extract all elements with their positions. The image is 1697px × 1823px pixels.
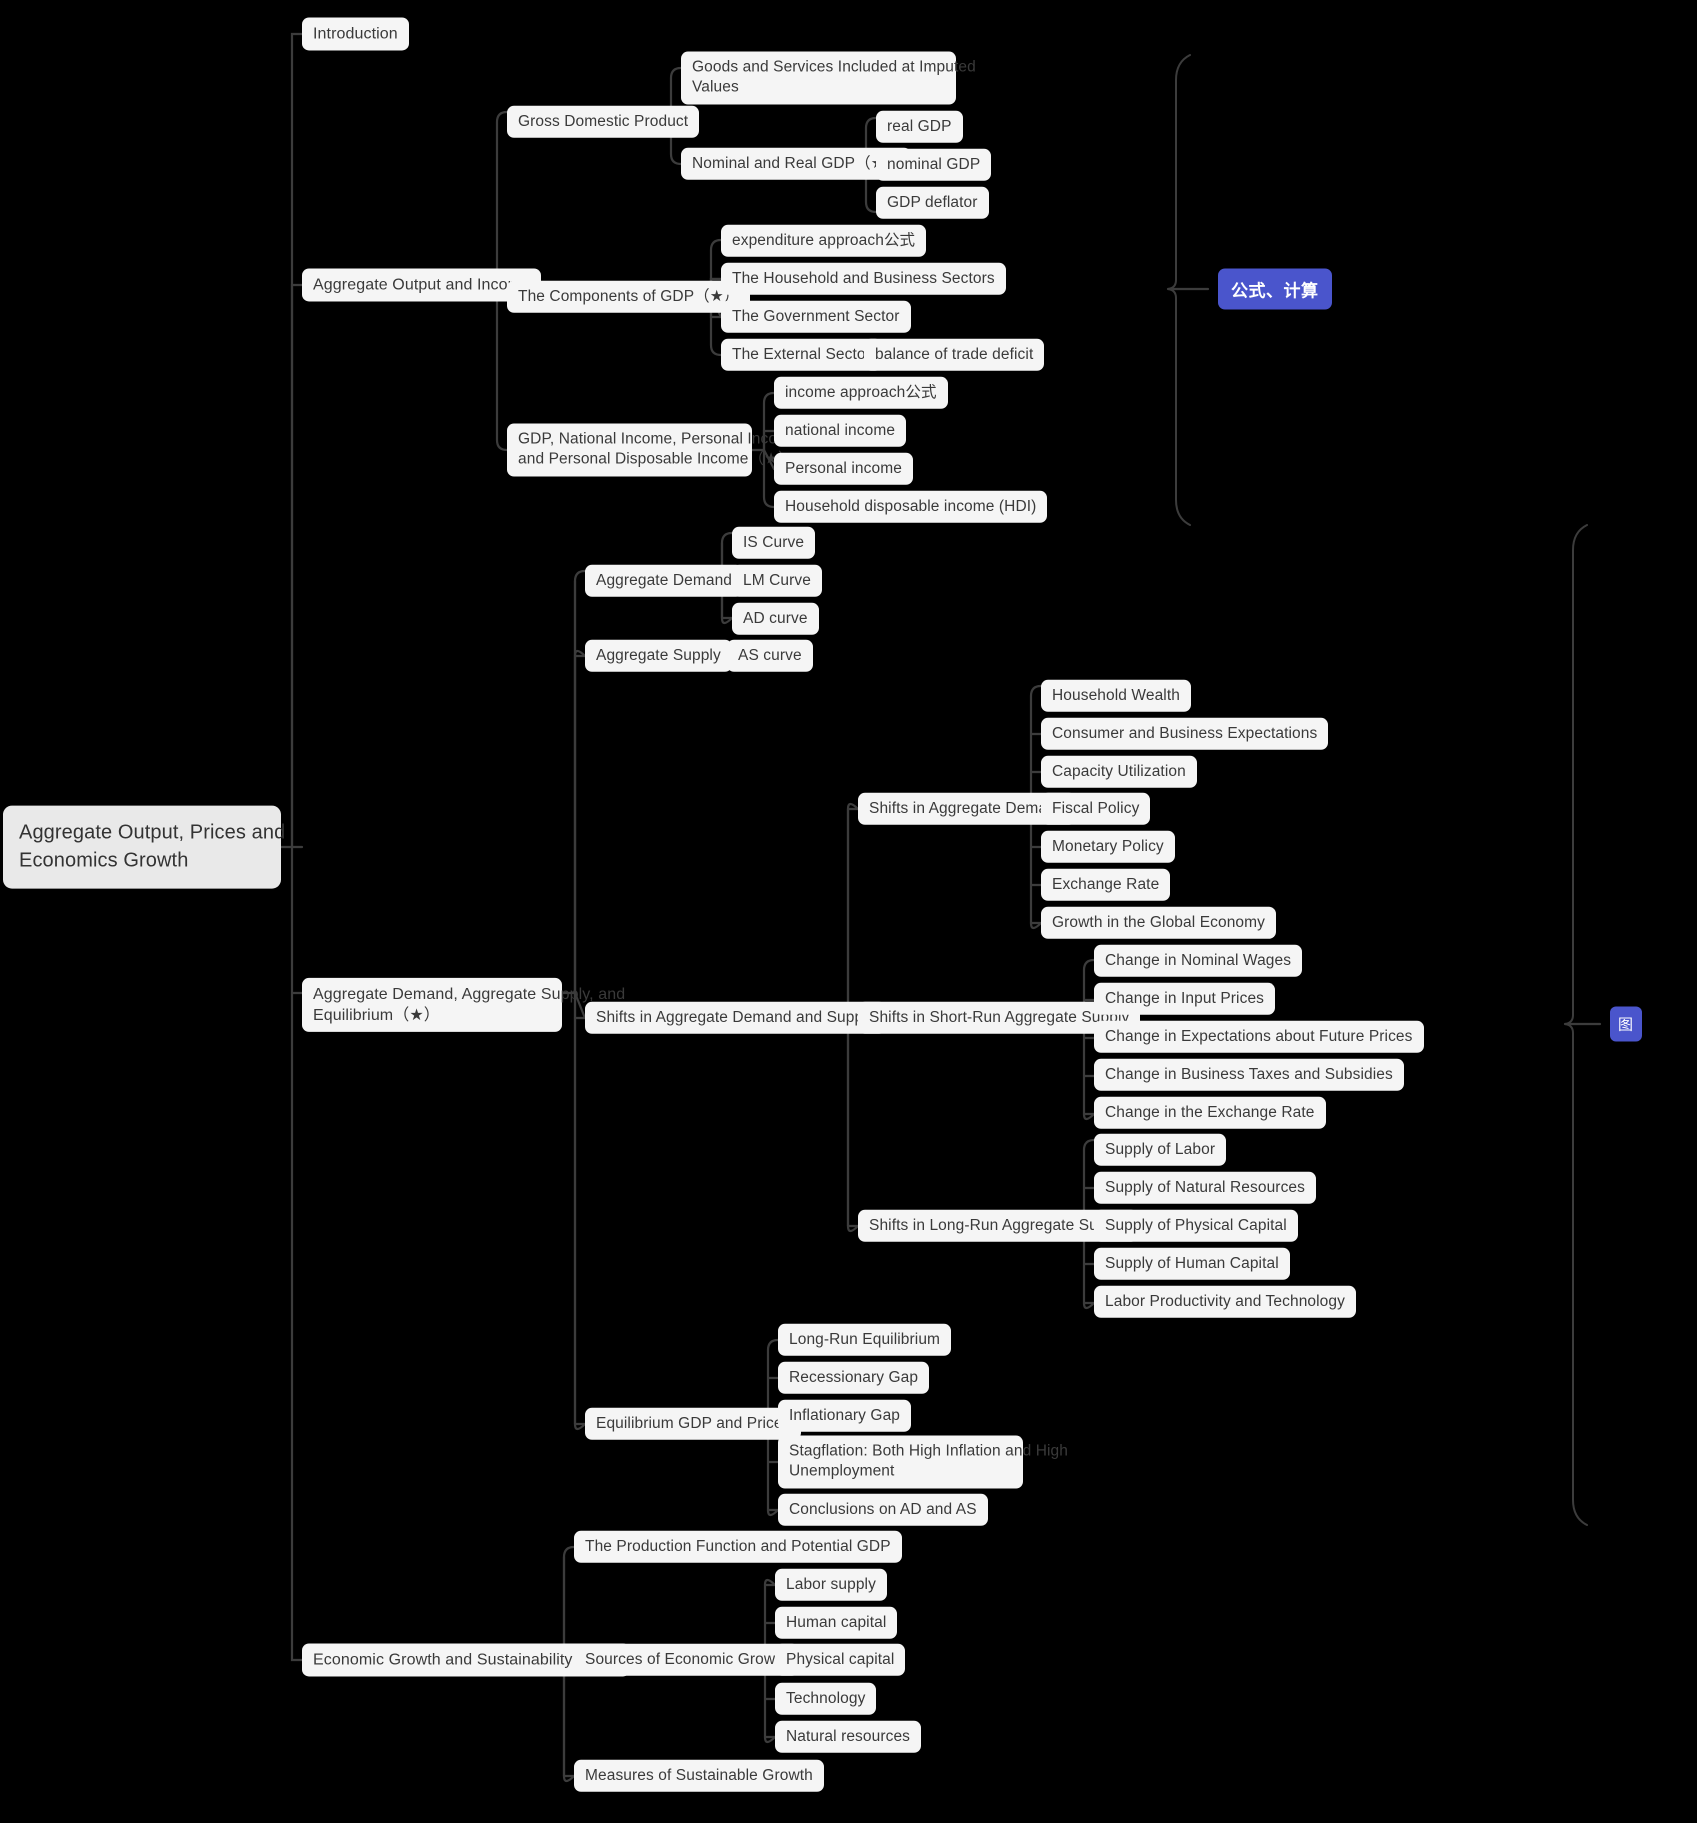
node-household-wealth[interactable]: Household Wealth — [1041, 679, 1191, 713]
node-fiscal-policy[interactable]: Fiscal Policy — [1041, 792, 1151, 826]
node-recessionary-gap[interactable]: Recessionary Gap — [778, 1361, 930, 1395]
node-is-curve[interactable]: IS Curve — [732, 526, 816, 560]
node-nominal-gdp[interactable]: nominal GDP — [876, 148, 992, 182]
node-government-sector[interactable]: The Government Sector — [721, 300, 911, 334]
node-growth-in-the-global-economy[interactable]: Growth in the Global Economy — [1041, 906, 1277, 940]
node-conclusions-on-ad-and-as[interactable]: Conclusions on AD and AS — [778, 1493, 988, 1527]
node-change-in-the-exchange-rate[interactable]: Change in the Exchange Rate — [1094, 1096, 1326, 1130]
node-natural-resources[interactable]: Natural resources — [775, 1720, 922, 1754]
node-lm-curve[interactable]: LM Curve — [732, 564, 822, 598]
node-change-in-input-prices[interactable]: Change in Input Prices — [1094, 982, 1276, 1016]
node-aggregate-output-and-income[interactable]: Aggregate Output and Income — [302, 268, 542, 302]
node-components-of-gdp[interactable]: The Components of GDP（★） — [507, 280, 751, 314]
node-monetary-policy[interactable]: Monetary Policy — [1041, 830, 1175, 864]
node-labor-supply[interactable]: Labor supply — [775, 1568, 887, 1602]
node-stagflation[interactable]: Stagflation: Both High Inflation and Hig… — [778, 1435, 1068, 1489]
node-balance-of-trade-deficit[interactable]: balance of trade deficit — [864, 338, 1045, 372]
node-exchange-rate[interactable]: Exchange Rate — [1041, 868, 1171, 902]
node-change-in-business-taxes-and-subsidies[interactable]: Change in Business Taxes and Subsidies — [1094, 1058, 1404, 1092]
node-goods-services-imputed-values[interactable]: Goods and Services Included at Imputed V… — [681, 51, 976, 105]
node-gross-domestic-product[interactable]: Gross Domestic Product — [507, 105, 700, 139]
root-node[interactable]: Aggregate Output, Prices and Economics G… — [3, 805, 285, 889]
node-production-function-and-potential-gdp[interactable]: The Production Function and Potential GD… — [574, 1530, 902, 1564]
node-income-approach[interactable]: income approach公式 — [774, 376, 948, 410]
node-inflationary-gap[interactable]: Inflationary Gap — [778, 1399, 912, 1433]
node-ad-as-equilibrium[interactable]: Aggregate Demand, Aggregate Supply, and … — [302, 977, 625, 1033]
node-household-disposable-income[interactable]: Household disposable income (HDI) — [774, 490, 1048, 524]
node-labor-productivity-and-technology[interactable]: Labor Productivity and Technology — [1094, 1285, 1356, 1319]
node-supply-of-labor[interactable]: Supply of Labor — [1094, 1133, 1227, 1167]
node-supply-of-natural-resources[interactable]: Supply of Natural Resources — [1094, 1171, 1316, 1205]
node-technology[interactable]: Technology — [775, 1682, 877, 1716]
node-aggregate-demand[interactable]: Aggregate Demand — [585, 564, 744, 598]
node-consumer-business-expectations[interactable]: Consumer and Business Expectations — [1041, 717, 1329, 751]
node-introduction[interactable]: Introduction — [302, 17, 409, 51]
node-national-income[interactable]: national income — [774, 414, 907, 448]
node-change-in-expectations-about-future-prices[interactable]: Change in Expectations about Future Pric… — [1094, 1020, 1424, 1054]
node-shifts-in-ad-and-supply[interactable]: Shifts in Aggregate Demand and Supply — [585, 1001, 886, 1035]
node-personal-income[interactable]: Personal income — [774, 452, 913, 486]
node-household-and-business-sectors[interactable]: The Household and Business Sectors — [721, 262, 1006, 296]
node-real-gdp[interactable]: real GDP — [876, 110, 963, 144]
badge-formula-calculation[interactable]: 公式、计算 — [1218, 268, 1332, 310]
node-measures-of-sustainable-growth[interactable]: Measures of Sustainable Growth — [574, 1759, 824, 1793]
node-expenditure-approach[interactable]: expenditure approach公式 — [721, 224, 927, 258]
mindmap-canvas: Aggregate Output, Prices and Economics G… — [0, 0, 1697, 1823]
node-long-run-equilibrium[interactable]: Long-Run Equilibrium — [778, 1323, 952, 1357]
node-supply-of-human-capital[interactable]: Supply of Human Capital — [1094, 1247, 1290, 1281]
badge-diagram-marker[interactable]: 图 — [1610, 1006, 1642, 1042]
node-gdp-deflator[interactable]: GDP deflator — [876, 186, 989, 220]
node-gdp-national-personal-income[interactable]: GDP, National Income, Personal Income, a… — [507, 423, 803, 477]
node-sources-of-economic-growth[interactable]: Sources of Economic Growth — [574, 1643, 800, 1677]
node-aggregate-supply[interactable]: Aggregate Supply — [585, 639, 732, 673]
node-human-capital[interactable]: Human capital — [775, 1606, 898, 1640]
node-supply-of-physical-capital[interactable]: Supply of Physical Capital — [1094, 1209, 1298, 1243]
node-equilibrium-gdp-and-prices[interactable]: Equilibrium GDP and Prices — [585, 1407, 802, 1441]
node-external-sector[interactable]: The External Sector — [721, 338, 882, 372]
node-physical-capital[interactable]: Physical capital — [775, 1643, 906, 1677]
node-as-curve[interactable]: AS curve — [727, 639, 813, 673]
node-capacity-utilization[interactable]: Capacity Utilization — [1041, 755, 1197, 789]
node-ad-curve[interactable]: AD curve — [732, 602, 819, 636]
node-change-in-nominal-wages[interactable]: Change in Nominal Wages — [1094, 944, 1303, 978]
